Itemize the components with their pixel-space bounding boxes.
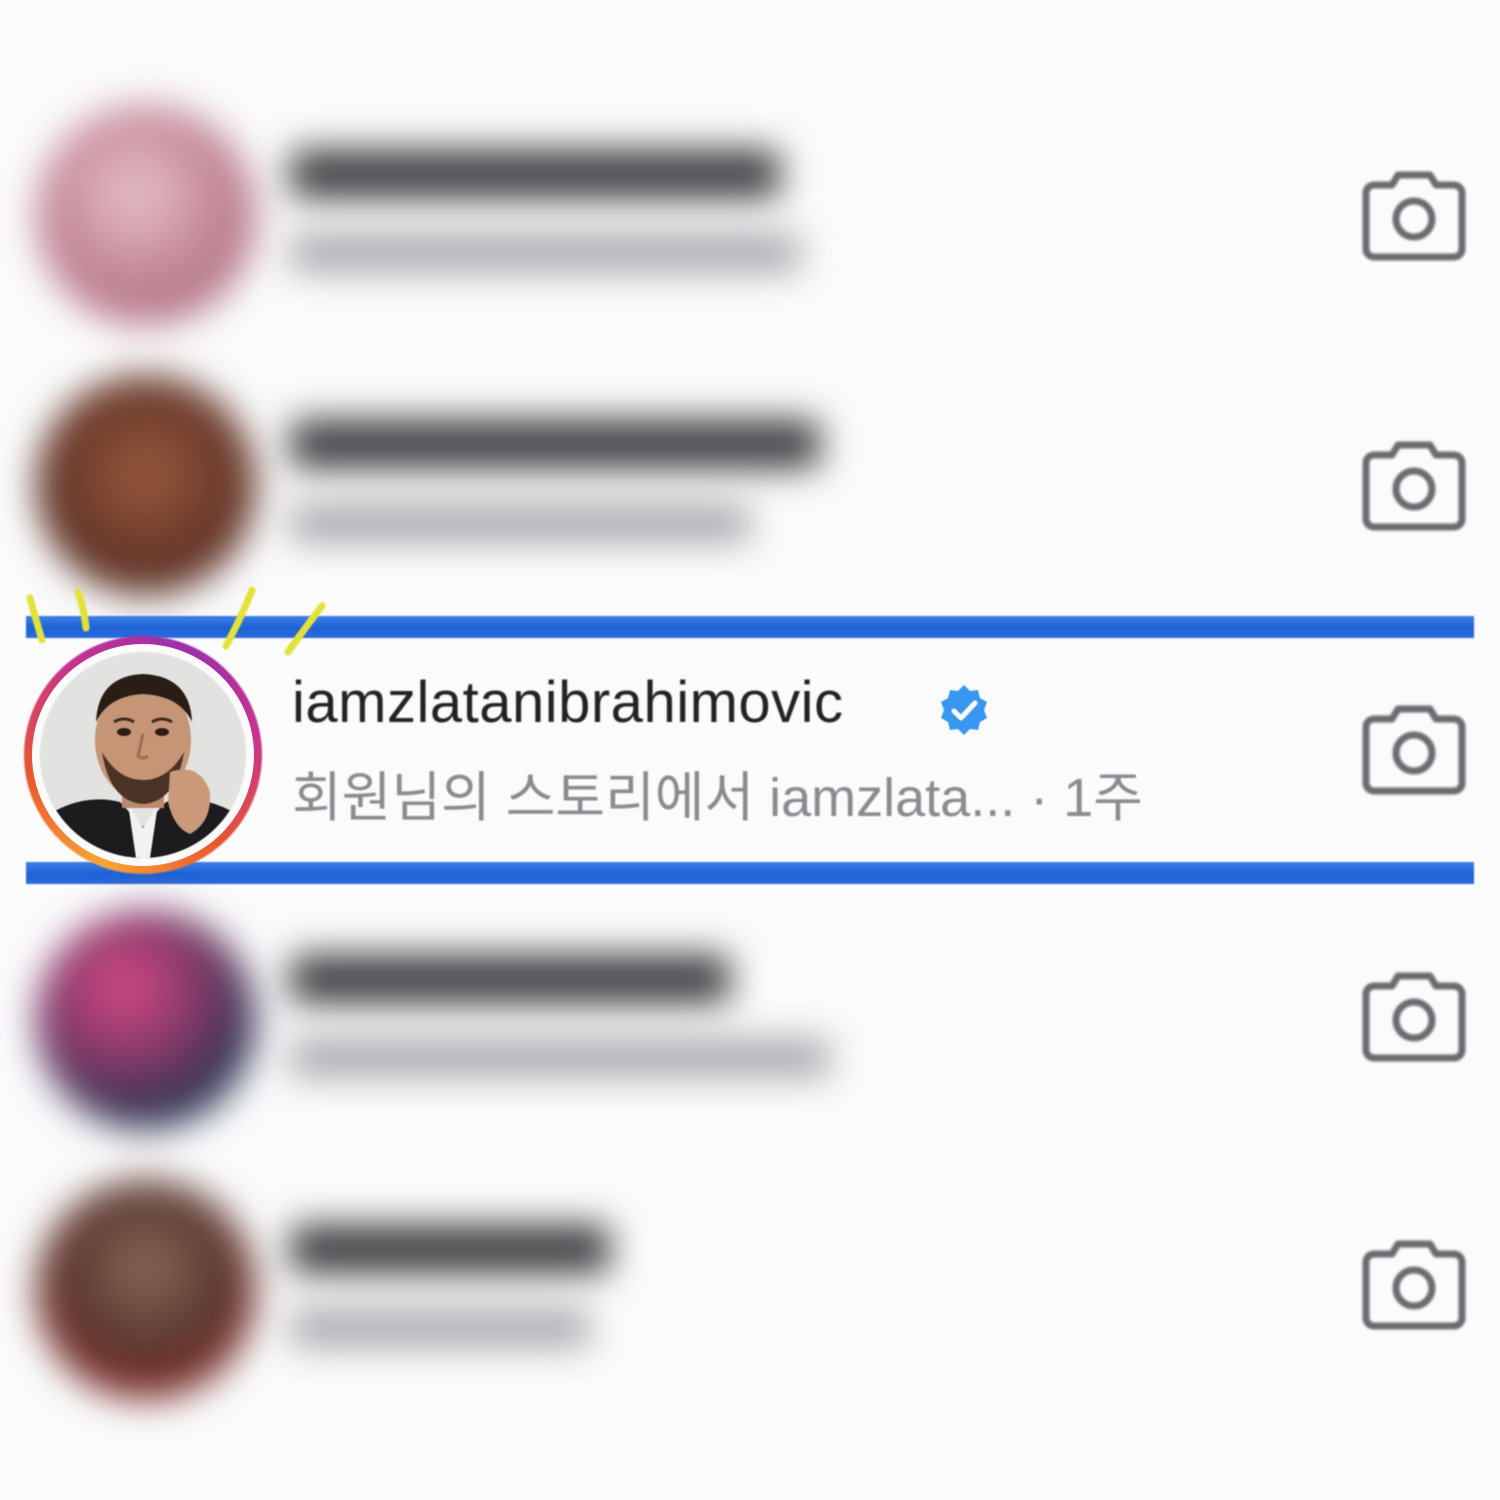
username-redacted xyxy=(290,955,730,1003)
avatar[interactable] xyxy=(40,652,246,858)
inbox-list-screen: iamzlatanibrahimovic 회원님의 스토리에서 iamzlata… xyxy=(0,0,1500,1500)
list-item[interactable] xyxy=(0,1170,1500,1410)
subtitle-redacted xyxy=(290,235,800,271)
list-item[interactable] xyxy=(0,365,1500,605)
subtitle-redacted xyxy=(290,1310,590,1346)
avatar[interactable] xyxy=(36,105,256,325)
avatar[interactable] xyxy=(36,1180,256,1400)
list-item[interactable] xyxy=(0,900,1500,1140)
highlight-bottom-bar xyxy=(26,862,1474,884)
username-redacted xyxy=(290,420,820,468)
camera-icon[interactable] xyxy=(1362,171,1466,261)
camera-icon[interactable] xyxy=(1362,441,1466,531)
avatar[interactable] xyxy=(36,375,256,595)
username[interactable]: iamzlatanibrahimovic xyxy=(292,668,844,738)
verified-badge-icon xyxy=(936,682,992,738)
avatar[interactable] xyxy=(36,910,256,1130)
camera-icon[interactable] xyxy=(1362,1240,1466,1330)
list-item[interactable] xyxy=(0,95,1500,335)
username-redacted xyxy=(290,150,780,198)
camera-icon[interactable] xyxy=(1362,972,1466,1062)
username-redacted xyxy=(290,1225,610,1273)
message-preview: 회원님의 스토리에서 iamzlata... · 1주 xyxy=(292,768,1143,828)
subtitle-redacted xyxy=(290,505,750,541)
subtitle-redacted xyxy=(290,1040,830,1076)
camera-icon[interactable] xyxy=(1362,705,1466,795)
